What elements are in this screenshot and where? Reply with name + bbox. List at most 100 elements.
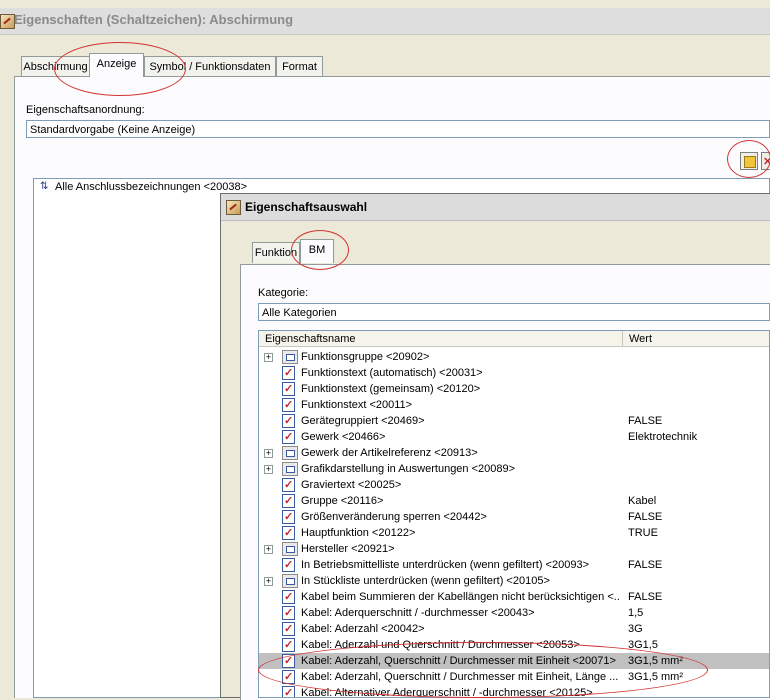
property-name: Kabel: Aderquerschnitt / -durchmesser <2… [301, 607, 535, 619]
category-select[interactable]: Alle Kategorien [258, 303, 770, 321]
property-icon [282, 525, 295, 541]
expand-icon[interactable]: + [264, 449, 273, 458]
table-row[interactable]: + Grafikdarstellung in Auswertungen <2008… [259, 461, 769, 477]
property-value: 3G1,5 [628, 639, 658, 651]
dialog-title-bar: Eigenschaftsauswahl [221, 194, 770, 221]
property-icon [282, 605, 295, 621]
property-group-icon [282, 462, 298, 476]
table-row[interactable]: In Betriebsmittelliste unterdrücken (wen… [259, 557, 769, 573]
property-icon [282, 365, 295, 381]
table-row[interactable]: Kabel: Aderzahl, Querschnitt / Durchmess… [259, 653, 769, 669]
property-value: FALSE [628, 511, 663, 523]
property-name: In Stückliste unterdrücken (wenn gefilte… [301, 575, 550, 587]
tab-format[interactable]: Format [276, 56, 323, 77]
property-icon [282, 557, 295, 573]
property-icon [282, 685, 295, 697]
table-row[interactable]: Kabel beim Summieren der Kabellängen nic… [259, 589, 769, 605]
property-group-icon [282, 574, 298, 588]
property-icon [282, 477, 295, 493]
table-row[interactable]: Funktionstext <20011> [259, 397, 769, 413]
property-name: Kabel: Aderzahl, Querschnitt / Durchmess… [301, 653, 619, 669]
property-value: FALSE [628, 591, 663, 603]
table-row[interactable]: Kabel: Aderquerschnitt / -durchmesser <2… [259, 605, 769, 621]
property-icon [282, 413, 295, 429]
table-row[interactable]: Funktionstext (gemeinsam) <20120> [259, 381, 769, 397]
property-name: Kabel: Aderzahl, Querschnitt / Durchmess… [301, 671, 619, 683]
arrangement-select[interactable]: Standardvorgabe (Keine Anzeige) [26, 120, 770, 138]
expand-icon[interactable]: + [264, 465, 273, 474]
property-name: Hersteller <20921> [301, 543, 395, 555]
table-row[interactable]: + Hersteller <20921> [259, 541, 769, 557]
table-row[interactable]: + In Stückliste unterdrücken (wenn gefilt… [259, 573, 769, 589]
tab-symbol-funktionsdaten[interactable]: Symbol / Funktionsdaten [144, 56, 276, 77]
property-name: Funktionsgruppe <20902> [301, 351, 430, 363]
tab-funktion[interactable]: Funktion [252, 242, 300, 263]
tab-label: Anzeige [96, 58, 137, 70]
property-icon [282, 493, 295, 509]
expand-icon[interactable]: + [264, 353, 273, 362]
property-grid[interactable]: Eigenschaftsname Wert + Funktionsgruppe <… [258, 330, 770, 698]
expand-icon[interactable]: + [264, 545, 273, 554]
property-value: Kabel [628, 495, 657, 507]
column-header-name[interactable]: Eigenschaftsname [259, 331, 623, 347]
delete-icon: ✕ [763, 156, 770, 168]
property-icon [282, 621, 295, 637]
property-value: Elektrotechnik [628, 431, 698, 443]
property-name: Gruppe <20116> [301, 495, 384, 507]
property-name: Gerätegruppiert <20469> [301, 415, 425, 427]
table-row[interactable]: Funktionstext (automatisch) <20031> [259, 365, 769, 381]
outer-window-title: Eigenschaften (Schaltzeichen): Abschirmu… [14, 12, 294, 27]
property-value: 3G [628, 623, 643, 635]
property-name: Grafikdarstellung in Auswertungen <20089… [301, 463, 516, 475]
table-row[interactable]: + Funktionsgruppe <20902> [259, 349, 769, 365]
tab-abschirmung[interactable]: Abschirmung [21, 56, 90, 77]
table-row[interactable]: Graviertext <20025> [259, 477, 769, 493]
star-icon [744, 156, 756, 168]
property-name: Größenveränderung sperren <20442> [301, 511, 487, 523]
table-row[interactable]: Hauptfunktion <20122> TRUE [259, 525, 769, 541]
expand-icon[interactable]: + [264, 577, 273, 586]
tab-label: Symbol / Funktionsdaten [149, 61, 271, 73]
tab-label: BM [308, 244, 326, 256]
dialog-title: Eigenschaftsauswahl [245, 200, 368, 214]
property-group-icon [282, 350, 298, 364]
property-icon [282, 653, 295, 669]
delete-property-button[interactable]: ✕ [761, 152, 770, 170]
property-value: TRUE [628, 527, 658, 539]
tab-label: Format [282, 61, 317, 73]
table-row[interactable]: Kabel: Aderzahl, Querschnitt / Durchmess… [259, 669, 769, 685]
table-row[interactable]: Kabel: Aderzahl <20042> 3G [259, 621, 769, 637]
property-value: FALSE [628, 415, 663, 427]
property-name: In Betriebsmittelliste unterdrücken (wen… [301, 559, 589, 571]
category-label: Kategorie: [258, 287, 309, 299]
table-row[interactable]: Gruppe <20116> Kabel [259, 493, 769, 509]
property-value: 3G1,5 mm² [628, 653, 684, 669]
property-icon [282, 381, 295, 397]
table-row[interactable]: Größenveränderung sperren <20442> FALSE [259, 509, 769, 525]
new-property-button[interactable] [740, 152, 758, 170]
property-name: Kabel: Aderzahl <20042> [301, 623, 425, 635]
property-name: Kabel: Alternativer Aderquerschnitt / -d… [301, 687, 593, 698]
property-name: Funktionstext (gemeinsam) <20120> [301, 383, 481, 395]
property-name: Kabel: Aderzahl und Querschnitt / Durchm… [301, 639, 580, 651]
property-group-icon [282, 542, 298, 556]
property-name: Kabel beim Summieren der Kabellängen nic… [301, 591, 619, 603]
table-row[interactable]: Gerätegruppiert <20469> FALSE [259, 413, 769, 429]
property-name: Graviertext <20025> [301, 479, 402, 491]
table-row[interactable]: Gewerk <20466> Elektrotechnik [259, 429, 769, 445]
property-icon [282, 669, 295, 685]
tab-anzeige[interactable]: Anzeige [89, 53, 144, 77]
property-icon [282, 589, 295, 605]
table-row[interactable]: + Gewerk der Artikelreferenz <20913> [259, 445, 769, 461]
table-row[interactable]: Kabel: Aderzahl und Querschnitt / Durchm… [259, 637, 769, 653]
property-name: Funktionstext <20011> [301, 399, 413, 411]
tab-bm[interactable]: BM [300, 239, 334, 263]
tree-item-anschluss[interactable]: Alle Anschlussbezeichnungen <20038> [55, 181, 247, 193]
table-row[interactable]: Kabel: Alternativer Aderquerschnitt / -d… [259, 685, 769, 698]
arrangement-label: Eigenschaftsanordnung: [26, 104, 145, 116]
property-name: Hauptfunktion <20122> [301, 527, 416, 539]
app-icon [0, 14, 15, 29]
tab-label: Abschirmung [23, 61, 88, 73]
property-value: FALSE [628, 559, 663, 571]
column-header-value[interactable]: Wert [623, 331, 769, 347]
